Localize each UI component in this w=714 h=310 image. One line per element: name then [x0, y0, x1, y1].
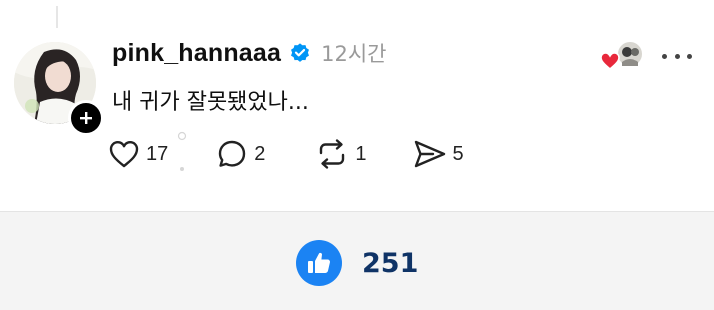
dot: [687, 53, 692, 59]
dot: [662, 53, 667, 59]
plus-icon: [80, 112, 92, 124]
share-button[interactable]: 5: [413, 138, 464, 170]
total-like-count: 251: [362, 247, 419, 279]
share-count: 5: [452, 142, 464, 165]
post-header: pink_hannaaa 12시간: [112, 34, 387, 72]
thumbs-up-badge: [296, 240, 342, 286]
heart-icon: [600, 52, 620, 70]
thumbs-up-icon: [308, 252, 330, 273]
like-button[interactable]: 17: [108, 139, 168, 169]
dot: [674, 53, 680, 59]
more-dots-icon[interactable]: [662, 46, 692, 66]
like-summary[interactable]: 251: [296, 236, 418, 290]
heart-outline-icon: [109, 141, 139, 168]
thread-line: [56, 6, 58, 28]
username[interactable]: pink_hannaaa: [112, 39, 281, 68]
comment-icon: [219, 140, 246, 167]
faint-artifact: [177, 131, 187, 171]
post-text: 내 귀가 잘못됐었나...: [112, 90, 309, 115]
send-icon: [414, 140, 445, 168]
repost-icon: [320, 139, 345, 169]
reply-count: 2: [254, 142, 266, 165]
verified-badge-icon: [291, 43, 310, 62]
follow-button[interactable]: [68, 100, 104, 136]
action-bar: 17 2 1 5: [108, 136, 464, 172]
reactor-avatars[interactable]: [598, 40, 648, 72]
like-count: 17: [146, 142, 169, 165]
timestamp: 12시간: [321, 42, 387, 66]
reply-button[interactable]: 2: [216, 138, 265, 170]
repost-count: 1: [355, 142, 367, 165]
repost-button[interactable]: 1: [315, 138, 367, 170]
